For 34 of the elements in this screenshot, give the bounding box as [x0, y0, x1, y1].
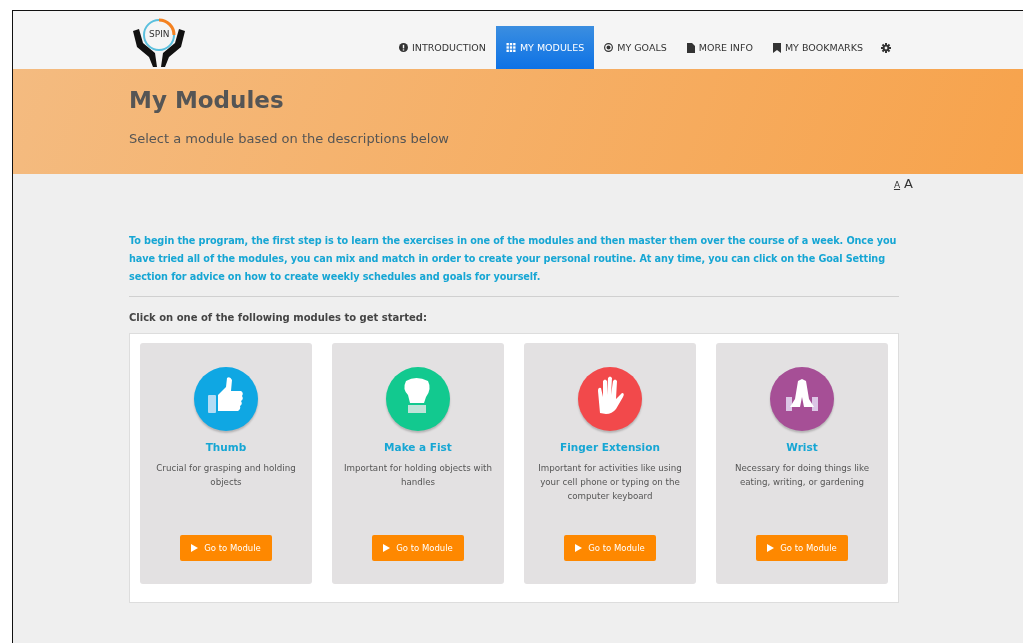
module-title[interactable]: Wrist	[786, 441, 818, 453]
go-to-module-button[interactable]: Go to Module	[564, 535, 656, 561]
module-description: Important for activities like using your cell phone or typing on the computer keyboard	[537, 462, 683, 503]
page-subtitle: Select a module based on the descriptions below	[129, 131, 450, 146]
go-to-module-button[interactable]: Go to Module	[756, 535, 848, 561]
play-icon	[191, 544, 199, 552]
settings-icon	[881, 42, 891, 53]
module-description: Necessary for doing things like eating, writing, or gardening	[733, 462, 871, 489]
play-icon	[767, 544, 775, 552]
bookmark-icon	[772, 42, 781, 53]
nav-tab[interactable]: INTRODUCTION	[389, 26, 496, 69]
logo-text: SPIN	[149, 29, 170, 39]
nav-tab[interactable]: MY BOOKMARKS	[762, 26, 873, 69]
nav-tab[interactable]: MY MODULES	[495, 26, 595, 69]
play-icon	[575, 544, 583, 552]
module-description: Crucial for grasping and holding objects	[155, 462, 297, 489]
intro-paragraph: To begin the program, the first step is to learn the exercises in one of the modules and then master them over the course of a week. Once you have tried all of the modules, you can mix and match in order to create your personal routine. At any time, you can click on the Goal Setting section for advice on how to create weekly schedules and goals for yourself.	[129, 234, 898, 284]
target-icon	[604, 43, 614, 52]
text-size-toggle[interactable]: A	[893, 180, 901, 190]
nav-tab[interactable]: MY GOALS	[594, 26, 677, 69]
module-title[interactable]: Thumb	[205, 441, 247, 453]
grid-icon	[505, 43, 516, 52]
page-title: My Modules	[129, 86, 285, 113]
go-to-module-button[interactable]: Go to Module	[372, 535, 464, 561]
play-icon	[383, 544, 391, 552]
text-size-toggle[interactable]: A	[904, 176, 913, 191]
module-title[interactable]: Make a Fist	[384, 441, 452, 453]
instruction-text: Click on one of the following modules to get started:	[129, 312, 428, 323]
module-description: Important for holding objects with handles	[343, 462, 493, 489]
document-icon	[686, 42, 695, 53]
go-to-module-button[interactable]: Go to Module	[180, 535, 272, 561]
logo[interactable]: SPIN	[129, 17, 189, 67]
nav-tab[interactable]: MORE INFO	[676, 26, 763, 69]
module-title[interactable]: Finger Extension	[560, 441, 660, 453]
